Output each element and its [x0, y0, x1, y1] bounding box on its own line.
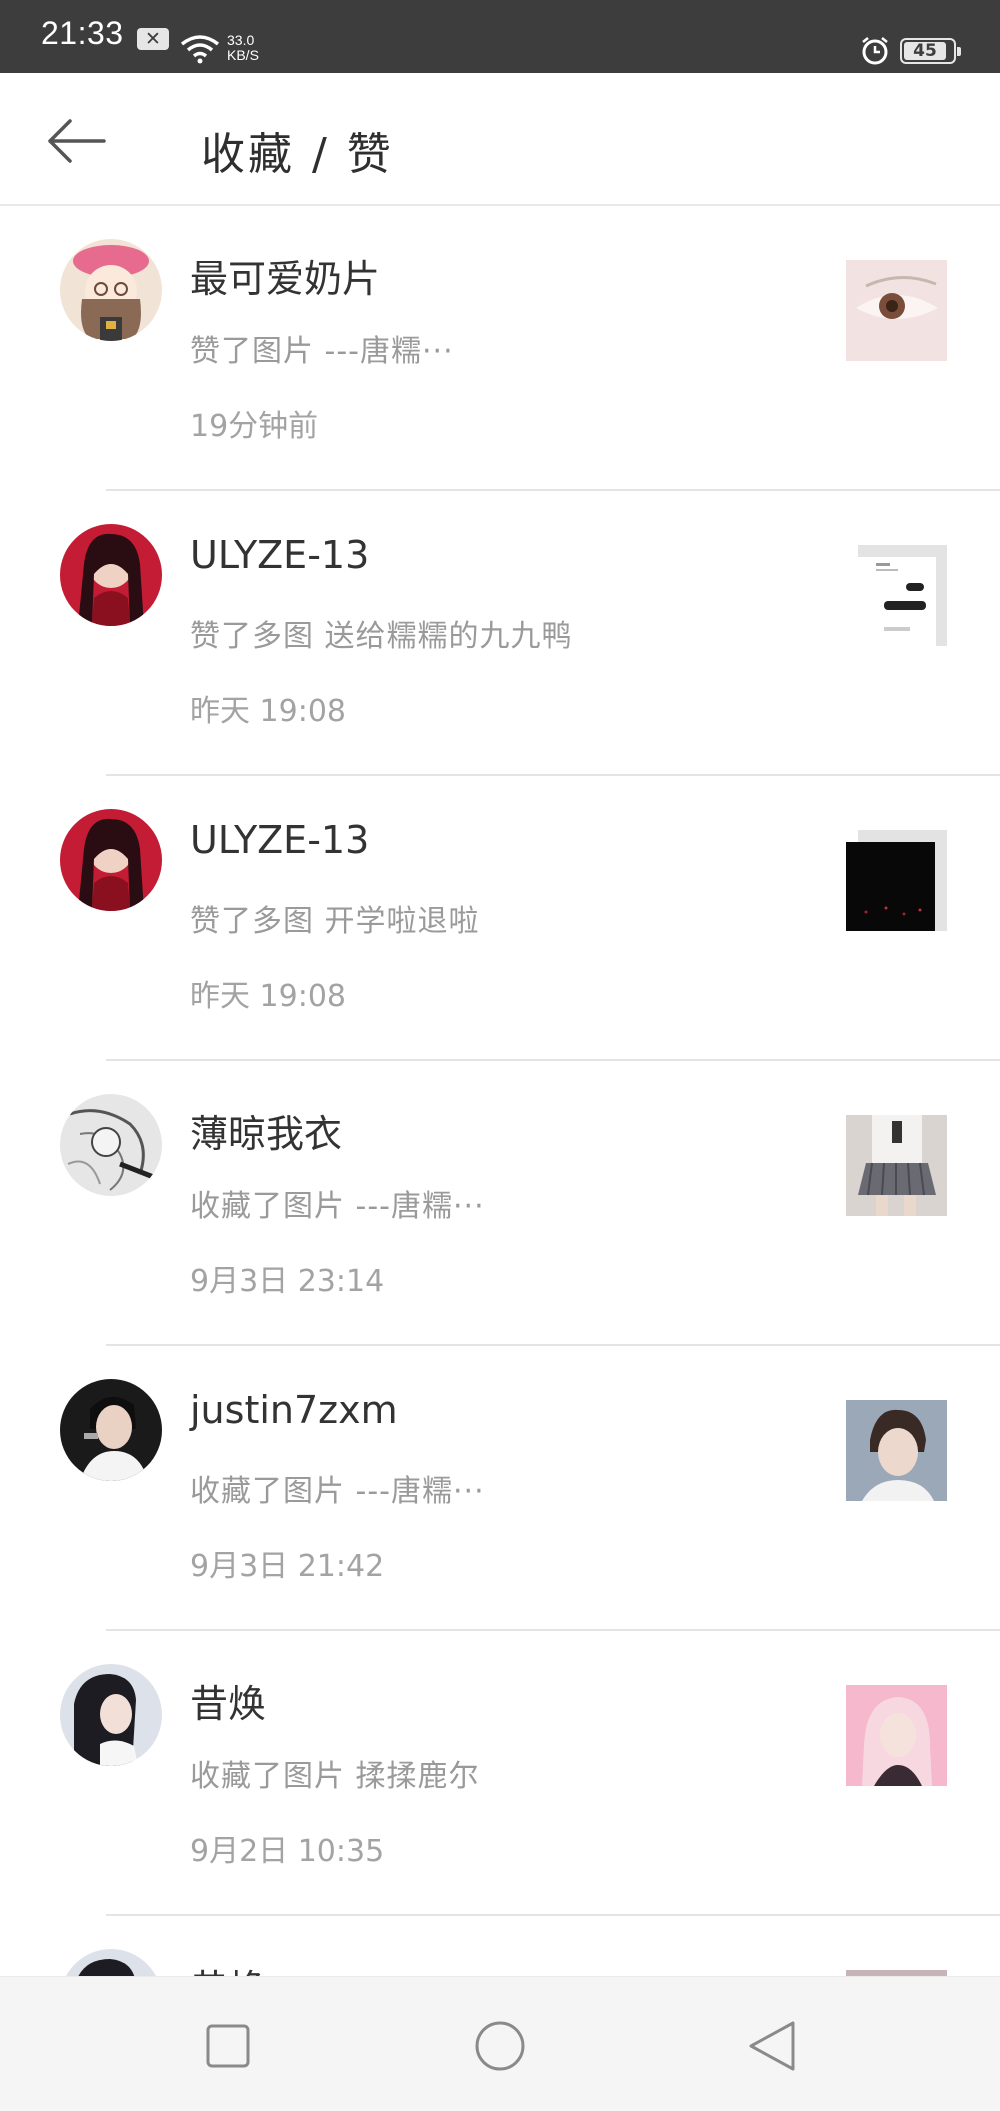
status-time: 21:33: [41, 15, 124, 51]
avatar[interactable]: [60, 1664, 162, 1766]
avatar[interactable]: [60, 524, 162, 626]
wifi-icon: [180, 35, 220, 64]
user-name[interactable]: justin7zxm: [190, 1388, 398, 1432]
action-text: 赞了多图 开学啦退啦: [190, 904, 480, 939]
time-text: 昨天 19:08: [190, 694, 346, 729]
time-text: 19分钟前: [190, 409, 319, 444]
time-text: 9月2日 10:35: [190, 1834, 385, 1869]
user-name[interactable]: 最可爱奶片: [190, 248, 380, 303]
list-item[interactable]: ULYZE-13 赞了多图 送给糯糯的九九鸭 昨天 19:08: [0, 491, 1000, 776]
header: 收藏 / 赞: [0, 73, 1000, 206]
battery-level: 45: [904, 42, 946, 60]
back-arrow-icon[interactable]: [44, 111, 110, 171]
x-notification-icon: ✕: [137, 28, 169, 50]
list-item[interactable]: justin7zxm 收藏了图片 ---唐糯··· 9月3日 21:42: [0, 1346, 1000, 1631]
action-text: 收藏了图片 ---唐糯···: [190, 1474, 485, 1509]
user-name[interactable]: 昔焕: [190, 1673, 266, 1728]
user-name[interactable]: ULYZE-13: [190, 818, 369, 862]
post-thumbnail[interactable]: [846, 830, 947, 931]
post-thumbnail[interactable]: [846, 1685, 947, 1786]
avatar[interactable]: [60, 809, 162, 911]
user-name[interactable]: ULYZE-13: [190, 533, 369, 577]
network-speed-value: 33.0: [227, 32, 255, 48]
user-name[interactable]: 薄晾我衣: [190, 1103, 342, 1158]
time-text: 昨天 19:08: [190, 979, 346, 1014]
alarm-icon: [862, 37, 888, 65]
action-text: 赞了图片 ---唐糯···: [190, 334, 454, 369]
action-text: 收藏了图片 ---唐糯···: [190, 1189, 485, 1224]
list-item[interactable]: 昔焕 收藏了图片 揉揉鹿尔 9月2日 10:35: [0, 1631, 1000, 1916]
network-speed: 33.0 KB/S: [227, 33, 259, 63]
page-title: 收藏 / 赞: [201, 129, 394, 180]
list-item[interactable]: 昔焕: [0, 1916, 1000, 1976]
action-text: 收藏了图片 揉揉鹿尔: [190, 1759, 480, 1794]
avatar[interactable]: [60, 239, 162, 341]
post-thumbnail[interactable]: [846, 260, 947, 361]
recent-apps-icon[interactable]: [183, 2001, 273, 2091]
navigation-bar: [0, 1976, 1000, 2111]
user-name[interactable]: 昔焕: [190, 1958, 266, 1976]
home-icon[interactable]: [455, 2001, 545, 2091]
avatar[interactable]: [60, 1379, 162, 1481]
status-bar: 21:33 ✕ 33.0 KB/S 45: [0, 0, 1000, 73]
time-text: 9月3日 23:14: [190, 1264, 385, 1299]
avatar[interactable]: [60, 1949, 162, 1976]
battery-icon: 45: [900, 38, 961, 64]
network-speed-unit: KB/S: [227, 47, 259, 63]
list-item[interactable]: ULYZE-13 赞了多图 开学啦退啦 昨天 19:08: [0, 776, 1000, 1061]
time-text: 9月3日 21:42: [190, 1549, 385, 1584]
post-thumbnail[interactable]: [846, 1400, 947, 1501]
list-item[interactable]: 薄晾我衣 收藏了图片 ---唐糯··· 9月3日 23:14: [0, 1061, 1000, 1346]
post-thumbnail[interactable]: [846, 1115, 947, 1216]
notification-list: 最可爱奶片 赞了图片 ---唐糯··· 19分钟前 ULYZE-13 赞了多图: [0, 206, 1000, 1976]
avatar[interactable]: [60, 1094, 162, 1196]
list-item[interactable]: 最可爱奶片 赞了图片 ---唐糯··· 19分钟前: [0, 206, 1000, 491]
post-thumbnail[interactable]: [846, 545, 947, 646]
action-text: 赞了多图 送给糯糯的九九鸭: [190, 619, 573, 654]
back-icon[interactable]: [727, 2001, 817, 2091]
